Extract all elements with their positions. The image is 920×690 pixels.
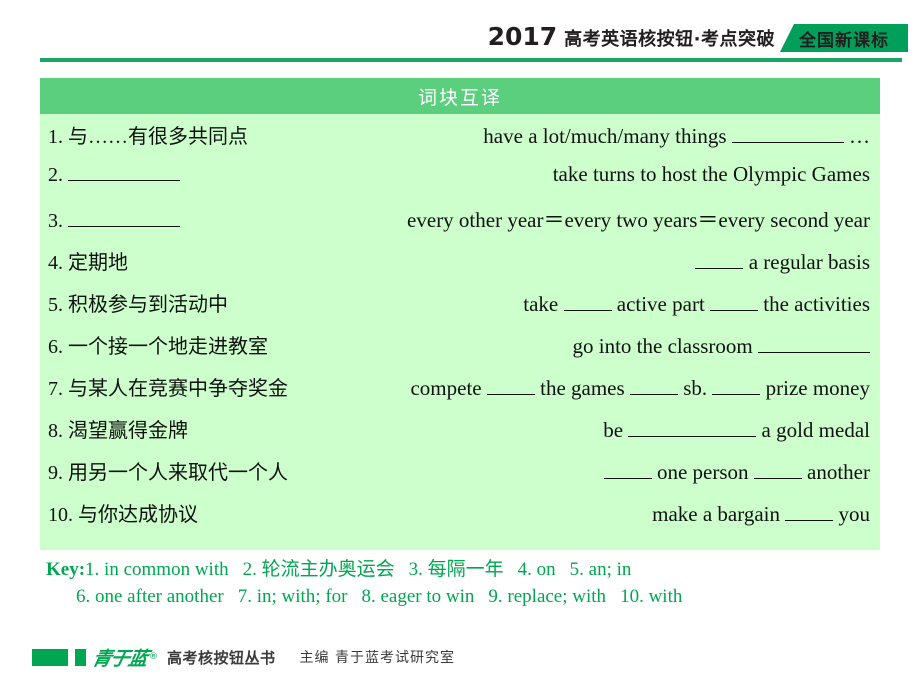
row-english: make a bargain you [652,502,870,526]
row-chinese: 7. 与某人在竞赛中争夺奖金 [48,378,288,400]
row-english: take active part the activities [523,292,870,316]
row-english: one person another [603,460,870,485]
header-divider [40,58,902,62]
registered-mark-icon: ® [149,652,159,662]
answer-key-label: Key: [46,559,86,580]
row-chinese: 2. [48,164,180,187]
answer-key-line-1: Key:1. in common with 2. 轮流主办奥运会 3. 每隔一年 4.… [46,556,896,583]
answer-blank [753,478,802,479]
table-row: 2. take turns to host the Olympic Games [40,162,880,204]
answer-blank [68,180,180,181]
answer-key-item: 9. replace; with [488,586,607,607]
table-row: 3. every other year＝every two years＝ever… [40,204,880,246]
row-chinese: 5. 积极参与到活动中 [48,294,228,316]
answer-key-item: 5. an; in [569,559,632,580]
answer-blank [731,142,844,143]
table-row: 6. 一个接一个地走进教室 go into the classroom [40,330,880,372]
table-row: 8. 渴望赢得金牌 be a gold medal [40,414,880,456]
row-chinese: 1. 与……有很多共同点 [48,126,248,148]
table-row: 10. 与你达成协议 make a bargain you [40,498,880,540]
footer-series-name: 高考核按钮丛书 [167,648,276,667]
row-english: every other year＝every two years＝every s… [407,208,870,232]
answer-key-item: 4. on [517,559,556,580]
answer-blank [563,310,612,311]
table-row: 5. 积极参与到活动中 take active part the activit… [40,288,880,330]
row-chinese: 9. 用另一个人来取代一个人 [48,462,288,484]
row-english: compete the games sb. prize money [410,376,870,400]
row-chinese: 4. 定期地 [48,252,128,274]
answer-blank [758,352,870,353]
row-english: a regular basis [695,250,870,275]
table-row: 4. 定期地 a regular basis [40,246,880,288]
page-footer: 青于蓝 ® 高考核按钮丛书 主编 青于蓝考试研究室 [32,644,455,670]
footer-small-square-icon [75,648,86,666]
answer-key-item: 10. with [620,586,683,607]
table-row: 1. 与……有很多共同点 have a lot/much/many things… [40,120,880,162]
answer-key-item: 3. 每隔一年 [408,559,504,580]
brand-logo: 青于蓝 [90,647,150,670]
header-title: 2017 高考英语核按钮·考点突破 [488,22,775,51]
answer-blank [603,478,652,479]
row-english: have a lot/much/many things … [483,124,870,148]
table-body: 1. 与……有很多共同点 have a lot/much/many things… [40,114,880,550]
table-row: 7. 与某人在竞赛中争夺奖金 compete the games sb. pri… [40,372,880,414]
answer-key-item: 7. in; with; for [237,586,348,607]
row-chinese: 10. 与你达成协议 [48,504,198,526]
footer-square-icon [32,648,68,666]
row-english: go into the classroom [573,334,870,359]
answer-blank [712,394,761,395]
table-title: 词块互译 [40,78,880,114]
answer-key-item: 1. in common with [85,559,229,580]
answer-blank [785,520,834,521]
answer-key-item: 6. one after another [76,586,224,607]
vocabulary-table: 词块互译 1. 与……有很多共同点 have a lot/much/many t… [40,78,880,550]
answer-key-line-2: 6. one after another 7. in; with; for 8. e… [46,583,896,610]
footer-editor: 主编 青于蓝考试研究室 [299,650,455,666]
curriculum-badge: 全国新课标 [780,24,908,52]
row-english: be a gold medal [603,418,870,442]
answer-key: Key:1. in common with 2. 轮流主办奥运会 3. 每隔一年 4.… [46,556,896,610]
header-year: 2017 [487,22,558,51]
row-chinese: 6. 一个接一个地走进教室 [48,336,268,358]
table-row: 9. 用另一个人来取代一个人 one person another [40,456,880,498]
answer-blank [486,394,535,395]
answer-key-item: 2. 轮流主办奥运会 [242,559,395,580]
answer-blank [710,310,759,311]
row-chinese: 8. 渴望赢得金牌 [48,420,188,442]
page-header: 2017 高考英语核按钮·考点突破 全国新课标 [0,0,920,62]
row-chinese: 3. [48,210,180,233]
answer-blank [629,394,678,395]
answer-blank [628,436,757,437]
header-subtitle: 高考英语核按钮·考点突破 [564,29,775,50]
answer-blank [68,226,180,227]
row-english: take turns to host the Olympic Games [552,162,870,186]
answer-blank [695,268,744,269]
answer-key-item: 8. eager to win [361,586,475,607]
